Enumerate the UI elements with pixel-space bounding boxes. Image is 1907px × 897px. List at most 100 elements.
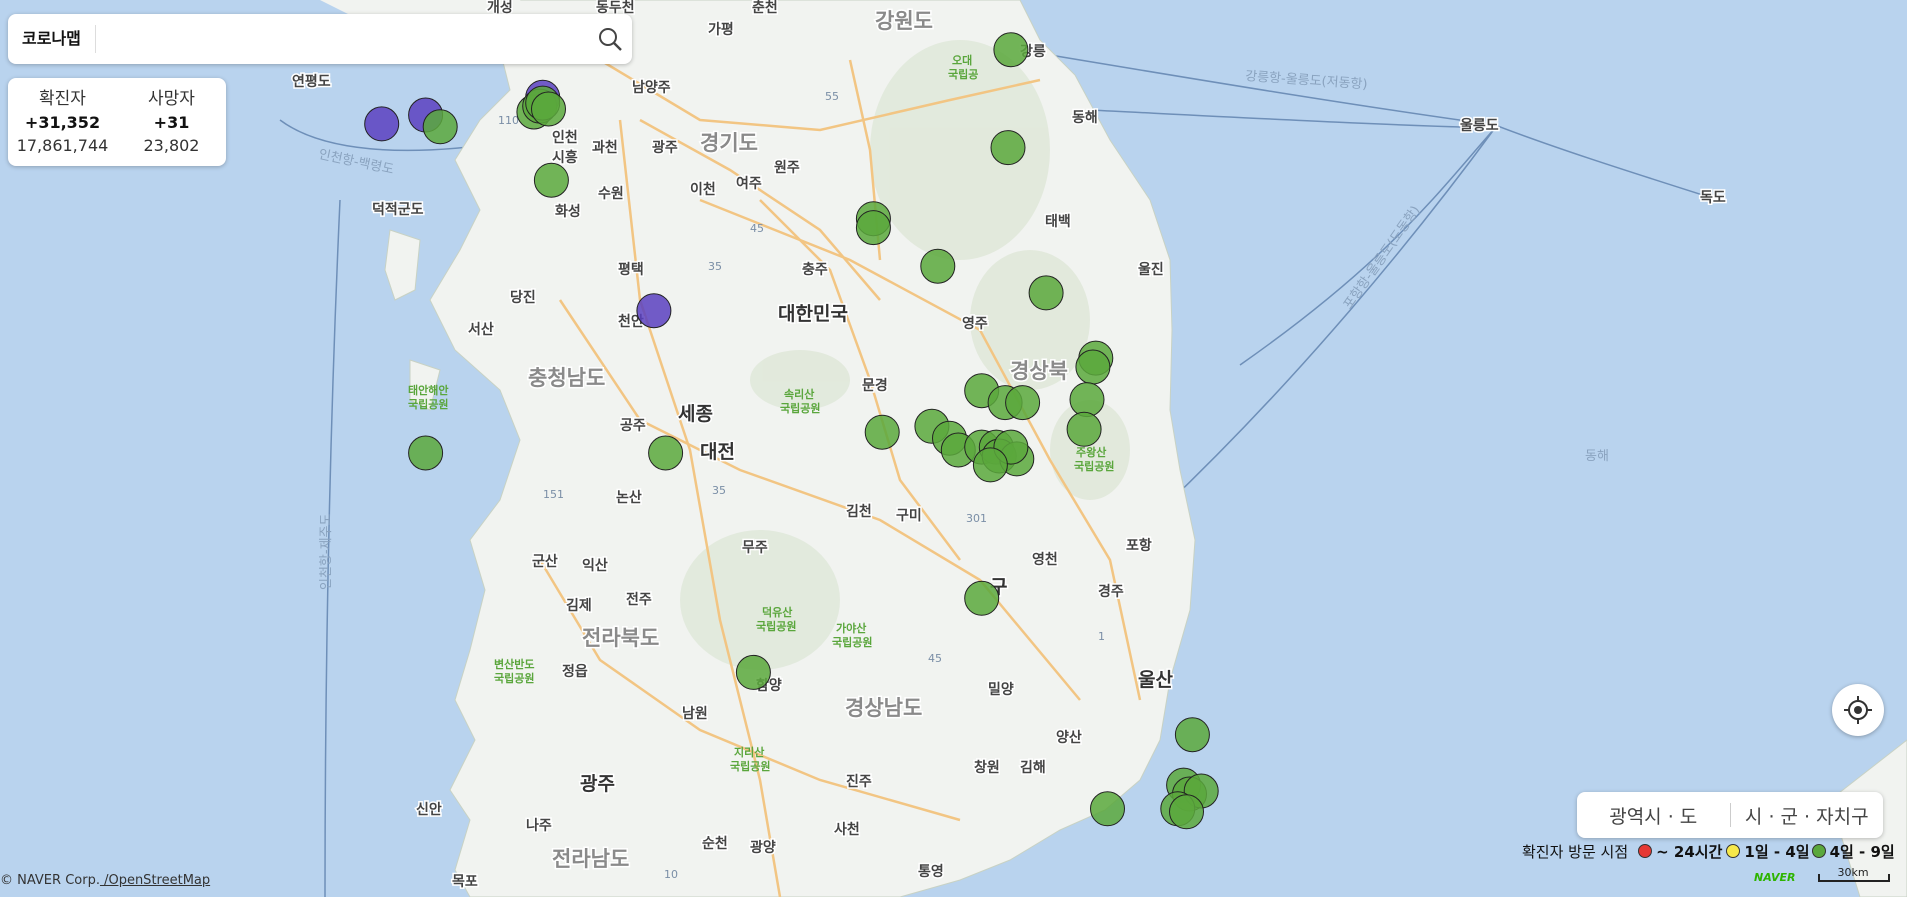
svg-text:전라남도: 전라남도	[552, 847, 629, 871]
visit-marker-old[interactable]	[855, 210, 891, 246]
visit-marker-old[interactable]	[735, 654, 771, 690]
svg-text:151: 151	[543, 488, 564, 501]
svg-text:통영: 통영	[918, 863, 944, 880]
svg-text:구미: 구미	[896, 508, 922, 524]
visit-marker-old[interactable]	[422, 109, 458, 145]
svg-text:태백: 태백	[1045, 214, 1071, 230]
svg-text:45: 45	[928, 652, 942, 665]
visit-marker-old[interactable]	[1090, 791, 1125, 827]
svg-text:오대: 오대	[952, 53, 972, 67]
svg-text:1: 1	[1098, 630, 1105, 643]
visit-marker-old[interactable]	[408, 435, 444, 471]
app-title: 코로나맵	[8, 25, 96, 53]
province-level-button[interactable]: 광역시 · 도	[1577, 802, 1730, 829]
visit-marker-old[interactable]	[1028, 275, 1064, 311]
visit-marker-old[interactable]	[993, 32, 1029, 68]
svg-text:충청남도: 충청남도	[528, 366, 605, 390]
svg-text:강원도: 강원도	[875, 9, 933, 33]
svg-text:평택: 평택	[618, 261, 644, 278]
svg-text:독도: 독도	[1700, 190, 1726, 206]
svg-text:나주: 나주	[526, 818, 552, 834]
svg-text:춘천: 춘천	[752, 0, 778, 16]
scale-bar: 30km	[1818, 866, 1890, 882]
svg-text:밀양: 밀양	[988, 682, 1014, 698]
legend-dot-24h	[1638, 844, 1653, 858]
crosshair-icon	[1844, 696, 1872, 724]
svg-text:광주: 광주	[580, 773, 615, 795]
visit-marker-old[interactable]	[920, 248, 956, 284]
confirmed-total: 17,861,744	[16, 136, 109, 155]
visit-marker-new[interactable]	[364, 106, 400, 142]
visit-marker-old[interactable]	[990, 130, 1026, 166]
svg-text:국립공원: 국립공원	[756, 619, 796, 633]
svg-text:영천: 영천	[1032, 551, 1058, 568]
visit-marker-new[interactable]	[636, 293, 672, 329]
svg-text:순천: 순천	[702, 836, 728, 852]
svg-text:35: 35	[708, 260, 722, 273]
attribution-text: © NAVER Corp.	[0, 873, 100, 888]
svg-text:주왕산: 주왕산	[1076, 445, 1106, 459]
visit-marker-old[interactable]	[1174, 717, 1210, 753]
svg-text:공주: 공주	[620, 418, 646, 434]
legend-dot-4-9d	[1811, 844, 1826, 858]
visit-marker-old[interactable]	[1169, 794, 1204, 830]
svg-text:국립공원: 국립공원	[408, 397, 448, 411]
svg-text:논산: 논산	[616, 489, 642, 506]
svg-text:익산: 익산	[582, 557, 608, 574]
svg-text:45: 45	[750, 222, 764, 235]
svg-text:화성: 화성	[555, 204, 581, 220]
visit-marker-old[interactable]	[1069, 382, 1105, 418]
svg-text:301: 301	[966, 512, 987, 525]
search-button[interactable]	[588, 17, 632, 61]
region-level-toggle: 광역시 · 도 시 · 군 · 자치구	[1577, 792, 1883, 838]
svg-text:수원: 수원	[598, 186, 624, 202]
svg-text:진주: 진주	[846, 773, 872, 790]
svg-text:동해: 동해	[1585, 449, 1609, 464]
svg-text:무주: 무주	[742, 540, 768, 556]
city-level-button[interactable]: 시 · 군 · 자치구	[1731, 802, 1884, 829]
svg-text:신안: 신안	[416, 801, 442, 818]
visit-marker-old[interactable]	[1005, 385, 1041, 421]
map-canvas[interactable]: 강릉항-울릉도(저동항) 인천항-백령도 포항항-울릉도(도동항) 인천항-제주…	[0, 0, 1907, 897]
osm-link[interactable]: /OpenStreetMap	[100, 873, 210, 888]
svg-text:창원: 창원	[974, 759, 1000, 776]
visit-marker-old[interactable]	[972, 447, 1008, 483]
svg-text:가평: 가평	[708, 21, 734, 38]
svg-text:광주: 광주	[652, 139, 678, 156]
svg-text:10: 10	[664, 868, 678, 881]
my-location-button[interactable]	[1832, 684, 1884, 736]
visit-marker-old[interactable]	[531, 91, 566, 127]
svg-text:대한민국: 대한민국	[778, 303, 848, 325]
visit-marker-old[interactable]	[1075, 349, 1111, 385]
svg-text:변산반도: 변산반도	[494, 657, 534, 671]
svg-text:문경: 문경	[862, 377, 888, 394]
svg-text:양산: 양산	[1056, 729, 1082, 746]
svg-text:충주: 충주	[802, 262, 828, 278]
visit-marker-old[interactable]	[648, 435, 684, 471]
svg-text:국립공원: 국립공원	[1074, 459, 1114, 473]
svg-text:김해: 김해	[1020, 759, 1046, 776]
svg-text:인천: 인천	[552, 129, 578, 146]
stats-panel: 확진자 +31,352 17,861,744 사망자 +31 23,802	[8, 78, 226, 166]
visit-marker-old[interactable]	[1066, 411, 1102, 447]
visit-marker-old[interactable]	[533, 162, 569, 198]
svg-text:국립공원: 국립공원	[494, 671, 534, 685]
visit-marker-old[interactable]	[964, 580, 1000, 616]
svg-text:속리산: 속리산	[784, 387, 814, 401]
svg-text:전라북도: 전라북도	[582, 626, 659, 650]
svg-text:광양: 광양	[750, 839, 776, 856]
search-box: 코로나맵	[8, 14, 632, 64]
svg-text:원주: 원주	[774, 160, 800, 176]
svg-text:덕적군도: 덕적군도	[372, 201, 424, 218]
confirmed-title: 확진자	[39, 89, 86, 109]
svg-text:국립공원: 국립공원	[780, 401, 820, 415]
svg-text:국립공원: 국립공원	[730, 759, 770, 773]
scale-line	[1818, 874, 1890, 882]
svg-text:여주: 여주	[736, 175, 762, 192]
map-attribution: © NAVER Corp. /OpenStreetMap	[0, 873, 210, 888]
svg-text:김천: 김천	[846, 503, 872, 520]
search-input[interactable]	[105, 29, 588, 49]
svg-text:연평도: 연평도	[292, 73, 331, 90]
visit-marker-old[interactable]	[864, 414, 900, 450]
svg-text:대전: 대전	[700, 441, 735, 463]
